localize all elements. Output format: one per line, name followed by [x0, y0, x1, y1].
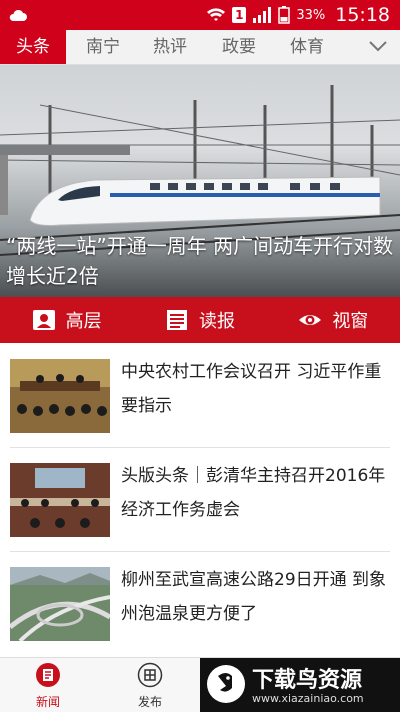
list-item[interactable]: 头版头条｜彭清华主持召开2016年经济工作务虚会 [0, 447, 400, 551]
quick-link-label: 视窗 [332, 311, 369, 332]
bottom-nav-news[interactable]: 新闻 [18, 662, 78, 710]
chevron-down-icon[interactable] [368, 36, 388, 56]
wifi-icon [207, 8, 226, 21]
news-thumbnail [10, 567, 110, 641]
tab-politics[interactable]: 政要 [222, 30, 256, 64]
watermark-url: www.xiazainiao.com [252, 692, 364, 705]
watermark-title: 下载鸟资源 [252, 668, 363, 693]
newspaper-icon [166, 310, 187, 330]
quick-link-window[interactable]: 视窗 [267, 297, 400, 343]
news-title: 中央农村工作会议召开 习近平作重要指示 [121, 362, 382, 416]
news-doc-icon [36, 663, 60, 687]
eye-icon [299, 315, 322, 325]
news-title: 柳州至武宣高速公路29日开通 到象州泡温泉更方便了 [121, 570, 387, 624]
battery-percent: 33% [296, 7, 326, 23]
hero-headline[interactable]: “两线一站”开通一周年 两广间动车开行对数增长近2倍 [6, 231, 394, 291]
news-thumbnail [10, 359, 110, 433]
tab-headlines[interactable]: 头条 [0, 30, 66, 64]
person-card-icon [32, 310, 55, 330]
quick-link-read-paper[interactable]: 读报 [133, 297, 266, 343]
status-bar: 1 33% 15:18 [0, 0, 400, 30]
quick-links-bar: 高层 读报 视窗 [0, 297, 400, 343]
battery-icon [278, 6, 291, 24]
grid-circle-icon [137, 662, 163, 688]
news-title: 头版头条｜彭清华主持召开2016年经济工作务虚会 [121, 466, 386, 520]
quick-link-leaders[interactable]: 高层 [0, 297, 133, 343]
watermark: 下载鸟资源 www.xiazainiao.com [200, 658, 400, 712]
tab-hot-comments[interactable]: 热评 [153, 30, 187, 64]
tab-nanning[interactable]: 南宁 [86, 30, 120, 64]
list-item[interactable]: 中央农村工作会议召开 习近平作重要指示 [0, 343, 400, 447]
tab-sports[interactable]: 体育 [290, 30, 324, 64]
quick-link-label: 高层 [65, 311, 102, 332]
bottom-nav-label: 新闻 [35, 695, 60, 709]
bottom-nav-label: 发布 [137, 695, 162, 709]
quick-link-label: 读报 [198, 311, 235, 332]
cloud-icon [9, 9, 28, 21]
signal-icon [253, 7, 272, 23]
list-item[interactable]: 柳州至武宣高速公路29日开通 到象州泡温泉更方便了 [0, 551, 400, 655]
hero-banner[interactable]: “两线一站”开通一周年 两广间动车开行对数增长近2倍 [0, 65, 400, 297]
sim-badge: 1 [232, 7, 247, 23]
bird-logo-icon [207, 665, 245, 703]
bottom-nav: 新闻 发布 下载鸟资源 www.xiazainiao.com [0, 657, 400, 712]
category-tabs: 头条 南宁 热评 政要 体育 [0, 30, 400, 65]
bottom-nav-publish[interactable]: 发布 [120, 662, 180, 710]
clock: 15:18 [335, 4, 390, 26]
news-thumbnail [10, 463, 110, 537]
